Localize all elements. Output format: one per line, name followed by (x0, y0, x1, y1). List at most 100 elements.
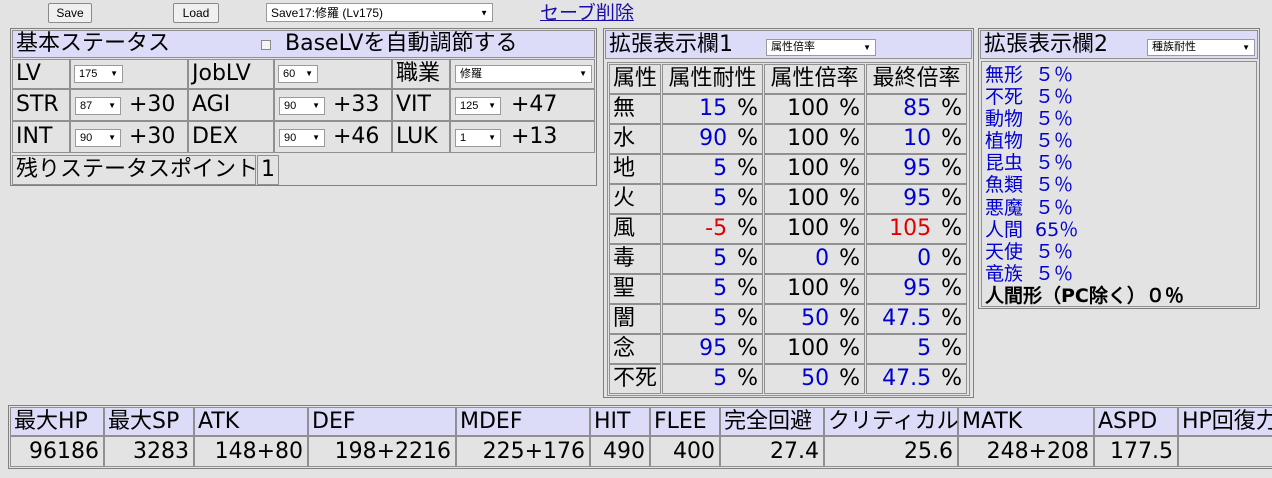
percent-sign: % (737, 336, 758, 361)
race-value: ５％ (1035, 196, 1074, 219)
percent-sign: % (839, 246, 860, 271)
percent-sign: % (941, 336, 962, 361)
percent-sign: % (941, 246, 962, 271)
str-select[interactable]: 87 ▼ (75, 97, 121, 115)
load-button[interactable]: Load (173, 3, 219, 23)
job-select[interactable]: 修羅 ▼ (455, 65, 592, 83)
chevron-down-icon: ▼ (488, 101, 496, 110)
dex-select[interactable]: 90 ▼ (279, 129, 325, 147)
dex-value: 90 (284, 131, 297, 144)
race-value: 65％ (1035, 218, 1079, 241)
element-res-cell: 90% (662, 124, 763, 154)
element-final-value: 5 (917, 336, 932, 361)
element-name: 風 (609, 214, 661, 244)
vit-cell: 125 ▼ +47 (450, 89, 595, 121)
percent-sign: % (839, 186, 860, 211)
race-row: 悪魔 ５％ (985, 197, 1184, 219)
race-name: 植物 (985, 130, 1024, 153)
dex-cell: 90 ▼ +46 (274, 121, 392, 153)
save-button[interactable]: Save (48, 3, 92, 23)
summary-value (1178, 436, 1272, 467)
race-row: 天使 ５％ (985, 241, 1184, 263)
agi-label: AGI (188, 89, 274, 121)
str-cell: 87 ▼ +30 (70, 89, 188, 121)
chevron-down-icon: ▼ (579, 69, 587, 78)
element-final-cell: 95% (866, 274, 967, 304)
element-mult-value: 100 (787, 216, 830, 241)
ext1-select-value: 属性倍率 (771, 41, 815, 53)
element-table-header: 属性耐性 (662, 64, 763, 94)
percent-sign: % (941, 276, 962, 301)
element-final-value: 47.5 (882, 306, 932, 331)
element-name: 無 (609, 94, 661, 124)
element-table-header: 最終倍率 (866, 64, 967, 94)
race-name: 天使 (985, 240, 1024, 263)
percent-sign: % (941, 216, 962, 241)
element-mult-value: 100 (787, 96, 830, 121)
int-value: 90 (80, 131, 93, 144)
element-final-value: 95 (903, 156, 932, 181)
str-value: 87 (80, 99, 93, 112)
percent-sign: % (839, 156, 860, 181)
joblv-value: 60 (283, 67, 296, 80)
percent-sign: % (737, 246, 758, 271)
race-row: 昆虫 ５％ (985, 152, 1184, 174)
chevron-down-icon: ▼ (110, 69, 118, 78)
summary-header: 完全回避 (720, 407, 824, 436)
ext1-select[interactable]: 属性倍率 ▼ (766, 39, 876, 56)
element-res-value: 5 (713, 366, 728, 391)
element-final-cell: 85% (866, 94, 967, 124)
race-name: 竜族 (985, 262, 1024, 285)
luk-cell: 1 ▼ +13 (450, 121, 595, 153)
joblv-select[interactable]: 60 ▼ (278, 65, 318, 83)
joblv-label: JobLV (188, 59, 274, 89)
summary-header: ASPD (1094, 407, 1178, 436)
ext2-header: 拡張表示欄2 種族耐性 ▼ (980, 30, 1258, 59)
percent-sign: % (839, 216, 860, 241)
element-name: 火 (609, 184, 661, 214)
summary-value: 96186 (10, 436, 104, 467)
element-mult-cell: 0% (764, 244, 865, 274)
job-value: 修羅 (460, 67, 482, 80)
joblv-cell: 60 ▼ (274, 59, 392, 89)
element-mult-cell: 100% (764, 334, 865, 364)
element-res-value: 5 (713, 306, 728, 331)
percent-sign: % (737, 186, 758, 211)
job-cell: 修羅 ▼ (450, 59, 595, 89)
agi-select[interactable]: 90 ▼ (279, 97, 325, 115)
race-value: ５％ (1035, 240, 1074, 263)
int-select[interactable]: 90 ▼ (75, 129, 121, 147)
percent-sign: % (941, 96, 962, 121)
element-mult-cell: 100% (764, 274, 865, 304)
percent-sign: % (737, 216, 758, 241)
element-res-value: 5 (713, 246, 728, 271)
element-mult-value: 100 (787, 126, 830, 151)
element-res-value: 90 (699, 126, 728, 151)
percent-sign: % (737, 96, 758, 121)
auto-adjust-checkbox[interactable] (261, 40, 271, 50)
element-final-value: 47.5 (882, 366, 932, 391)
remain-points-label: 残りステータスポイント (12, 155, 258, 185)
vit-value: 125 (460, 99, 479, 112)
race-value: ５％ (1035, 262, 1074, 285)
element-mult-cell: 50% (764, 304, 865, 334)
percent-sign: % (941, 126, 962, 151)
ext2-select[interactable]: 種族耐性 ▼ (1147, 39, 1255, 56)
element-res-value: 5 (713, 186, 728, 211)
delete-save-link[interactable]: セーブ削除 (540, 0, 634, 25)
element-final-value: 85 (903, 96, 932, 121)
element-res-cell: 5% (662, 274, 763, 304)
element-res-cell: 5% (662, 244, 763, 274)
element-res-value: 5 (713, 276, 728, 301)
element-mult-value: 100 (787, 186, 830, 211)
save-slot-select[interactable]: Save17:修羅 (Lv175) ▼ (266, 3, 493, 22)
percent-sign: % (941, 306, 962, 331)
element-mult-cell: 100% (764, 124, 865, 154)
lv-select[interactable]: 175 ▼ (74, 65, 123, 83)
percent-sign: % (839, 276, 860, 301)
vit-select[interactable]: 125 ▼ (455, 97, 501, 115)
int-bonus: +30 (129, 124, 176, 149)
job-label: 職業 (392, 59, 450, 89)
percent-sign: % (737, 156, 758, 181)
luk-select[interactable]: 1 ▼ (455, 129, 501, 147)
